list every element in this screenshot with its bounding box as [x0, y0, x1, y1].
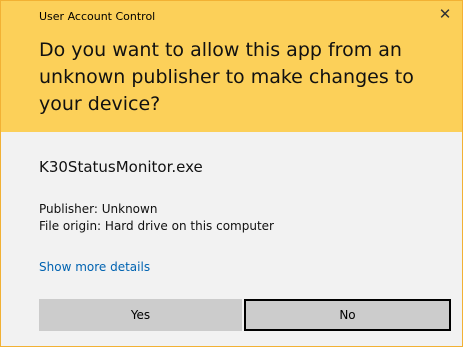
dialog-title: User Account Control [39, 10, 156, 23]
close-icon[interactable]: ✕ [438, 7, 452, 22]
yes-button[interactable]: Yes [39, 299, 242, 331]
dialog-content: K30StatusMonitor.exe Publisher: Unknown … [1, 132, 462, 346]
app-name: K30StatusMonitor.exe [39, 158, 203, 176]
prompt-question: Do you want to allow this app from an un… [39, 39, 414, 115]
file-origin-label: File origin: Hard drive on this computer [39, 219, 274, 233]
uac-dialog: User Account Control ✕ Do you want to al… [0, 0, 463, 347]
dialog-header: User Account Control ✕ Do you want to al… [1, 1, 462, 132]
no-button[interactable]: No [244, 299, 451, 331]
publisher-label: Publisher: Unknown [39, 202, 158, 216]
show-more-details-link[interactable]: Show more details [39, 260, 150, 274]
